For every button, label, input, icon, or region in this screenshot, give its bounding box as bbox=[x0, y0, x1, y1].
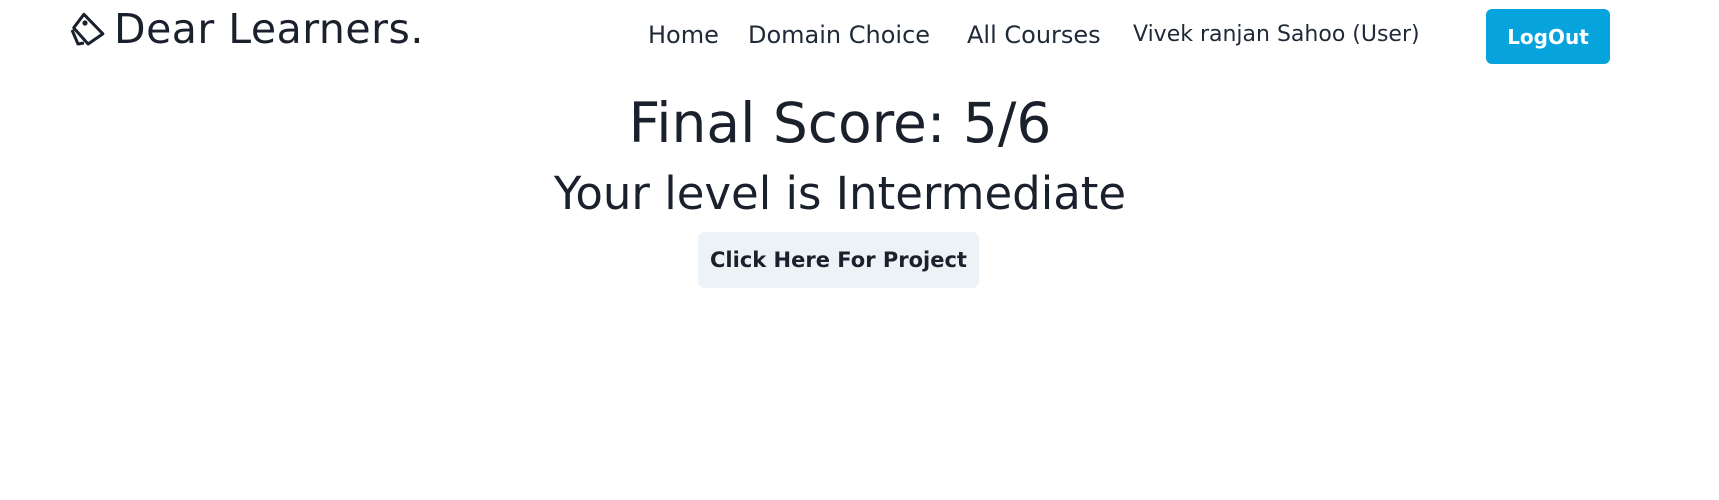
brand-link[interactable]: Dear Learners. bbox=[68, 6, 424, 52]
project-button[interactable]: Click Here For Project bbox=[698, 232, 979, 288]
final-score-heading: Final Score: 5/6 bbox=[628, 91, 1052, 155]
logout-button[interactable]: LogOut bbox=[1486, 9, 1610, 64]
level-heading: Your level is Intermediate bbox=[553, 167, 1127, 220]
user-name-label: Vivek ranjan Sahoo (User) bbox=[1133, 22, 1420, 47]
brand-title: Dear Learners. bbox=[114, 5, 424, 53]
navbar: Dear Learners. Home Domain Choice All Co… bbox=[0, 0, 1719, 70]
nav-link-all-courses[interactable]: All Courses bbox=[967, 18, 1101, 52]
nav-link-home[interactable]: Home bbox=[648, 18, 719, 52]
tag-icon bbox=[68, 10, 106, 48]
nav-link-domain-choice[interactable]: Domain Choice bbox=[748, 18, 930, 52]
